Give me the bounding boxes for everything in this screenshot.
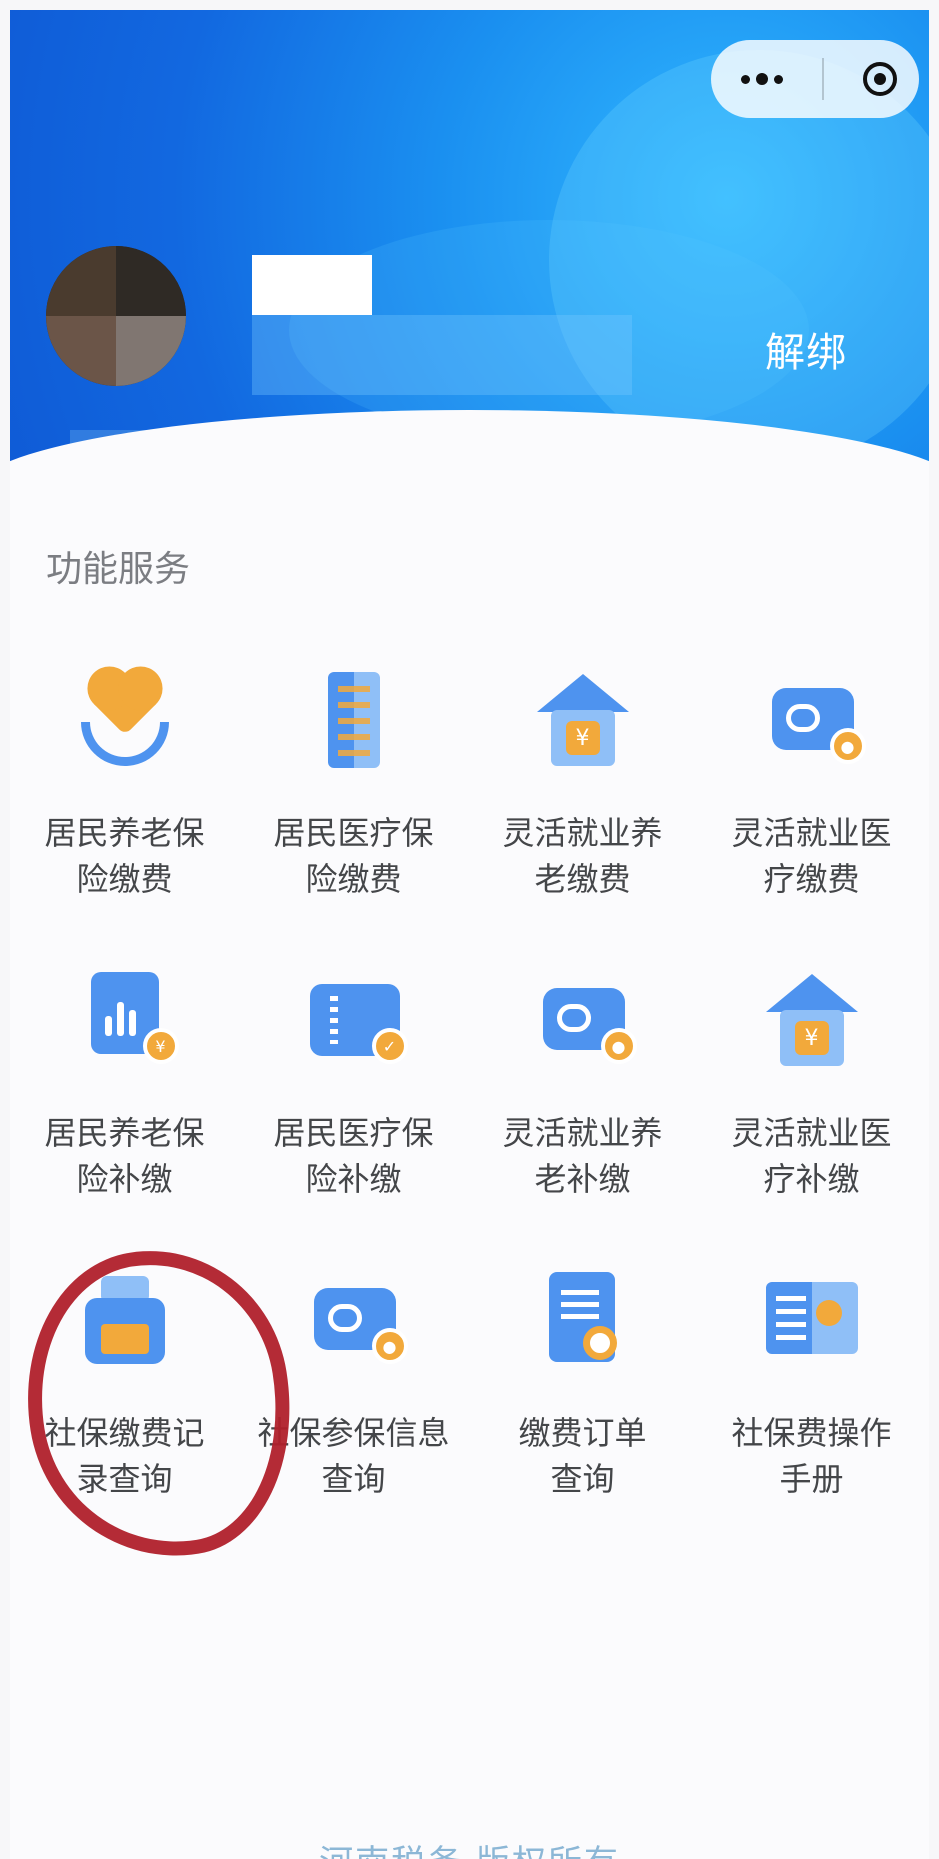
card-user-icon: ● <box>294 1260 414 1380</box>
more-dots-icon[interactable] <box>741 73 783 85</box>
service-tile-flexible-pension-payment[interactable]: ¥ 灵活就业养 老缴费 <box>468 660 697 902</box>
profile-header: 解绑 <box>10 10 929 480</box>
service-tile-resident-medical-supplement[interactable]: ✓ 居民医疗保 险补缴 <box>239 960 468 1202</box>
service-label: 灵活就业养 老补缴 <box>502 1114 663 1198</box>
service-tile-flexible-medical-payment[interactable]: ● 灵活就业医 疗缴费 <box>697 660 926 902</box>
house-yuan-icon: ¥ <box>752 960 872 1080</box>
unbind-button[interactable]: 解绑 <box>765 320 847 378</box>
service-label: 居民养老保 险缴费 <box>44 814 205 898</box>
service-label: 灵活就业养 老缴费 <box>502 814 663 898</box>
document-search-icon <box>523 1260 643 1380</box>
building-icon <box>294 660 414 780</box>
service-label: 居民养老保 险补缴 <box>44 1114 205 1198</box>
service-label: 社保费操作 手册 <box>731 1414 892 1498</box>
chart-yuan-icon: ¥ <box>65 960 185 1080</box>
service-label: 灵活就业医 疗补缴 <box>731 1114 892 1198</box>
service-tile-resident-pension-payment[interactable]: 居民养老保 险缴费 <box>10 660 239 902</box>
footer-copyright: 河南税务 版权所有 <box>10 1835 929 1859</box>
service-tile-resident-pension-supplement[interactable]: ¥ 居民养老保 险补缴 <box>10 960 239 1202</box>
section-title: 功能服务 <box>46 549 191 590</box>
service-label: 居民医疗保 险补缴 <box>273 1114 434 1198</box>
redacted-info <box>252 315 632 395</box>
ticket-check-icon: ✓ <box>294 960 414 1080</box>
service-tile-resident-medical-payment[interactable]: 居民医疗保 险缴费 <box>239 660 468 902</box>
page: 解绑 功能服务 居民养老保 险缴费 居民医疗保 险缴费 ¥ 灵活就业养 老缴费 … <box>10 10 929 1859</box>
card-user-icon: ● <box>523 960 643 1080</box>
avatar <box>46 246 186 386</box>
redacted-name <box>252 255 372 315</box>
service-label: 灵活就业医 疗缴费 <box>731 814 892 898</box>
house-yuan-icon: ¥ <box>523 660 643 780</box>
card-user-icon: ● <box>752 660 872 780</box>
service-tile-flexible-pension-supplement[interactable]: ● 灵活就业养 老补缴 <box>468 960 697 1202</box>
hands-heart-icon <box>65 660 185 780</box>
service-label: 缴费订单 查询 <box>518 1414 647 1498</box>
service-label: 居民医疗保 险缴费 <box>273 814 434 898</box>
book-key-icon <box>752 1260 872 1380</box>
capsule-divider <box>822 58 824 100</box>
mini-program-capsule <box>711 40 919 118</box>
service-tile-order-query[interactable]: 缴费订单 查询 <box>468 1260 697 1502</box>
service-tile-flexible-medical-supplement[interactable]: ¥ 灵活就业医 疗补缴 <box>697 960 926 1202</box>
service-tile-operation-manual[interactable]: 社保费操作 手册 <box>697 1260 926 1502</box>
target-circle-icon[interactable] <box>863 62 897 96</box>
